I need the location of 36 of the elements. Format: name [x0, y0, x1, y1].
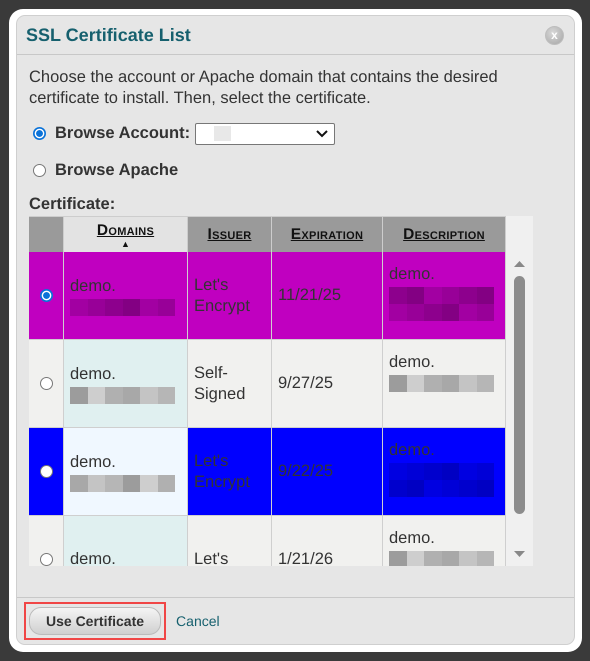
table-cell: Self-Signed — [188, 340, 272, 428]
domain-text: demo. — [70, 549, 117, 566]
domain-text: demo. — [70, 276, 117, 296]
domain-text: demo. — [70, 364, 117, 384]
dialog-title: SSL Certificate List — [26, 24, 191, 46]
column-header[interactable]: Expiration — [290, 226, 364, 244]
description-text: demo. — [389, 440, 436, 461]
account-dropdown[interactable] — [195, 122, 336, 144]
radio-label: Browse Apache — [55, 161, 178, 180]
domain-text: demo. — [70, 452, 117, 472]
table-cell: Let's — [188, 516, 272, 566]
table-cell: Let's Encrypt — [188, 252, 272, 340]
certificate-label: Certificate: — [29, 195, 116, 214]
use-certificate-button[interactable]: Use Certificate — [29, 607, 162, 635]
chevron-down-icon — [316, 130, 328, 138]
table-cell: Let's Encrypt — [188, 428, 272, 516]
cancel-link[interactable]: Cancel — [176, 613, 220, 629]
table-cell: 11/21/25 — [272, 252, 383, 340]
row-radio-button[interactable] — [40, 377, 52, 390]
radio-button[interactable] — [33, 127, 46, 140]
table-cell: 9/27/25 — [272, 340, 383, 428]
row-radio-button[interactable] — [40, 553, 52, 566]
column-header[interactable]: Domains — [96, 222, 154, 240]
row-radio-button[interactable] — [40, 465, 52, 478]
radio-label: Browse Account: — [55, 124, 190, 143]
description-text: demo. — [389, 528, 436, 549]
table-cell: 9/22/25 — [272, 428, 383, 516]
column-header[interactable]: Issuer — [207, 226, 252, 244]
description-text: demo. — [389, 352, 436, 373]
instructions: Choose the account or Apache domain that contains the desired certificate to install. Then, select the certificate. — [29, 67, 499, 109]
description-text: demo. — [389, 264, 436, 285]
row-radio-button[interactable] — [40, 289, 52, 302]
column-header[interactable]: Description — [403, 226, 485, 244]
radio-button[interactable] — [33, 164, 46, 177]
table-cell: 1/21/26 — [272, 516, 383, 566]
sort-arrow-icon: ▲ — [121, 240, 130, 248]
